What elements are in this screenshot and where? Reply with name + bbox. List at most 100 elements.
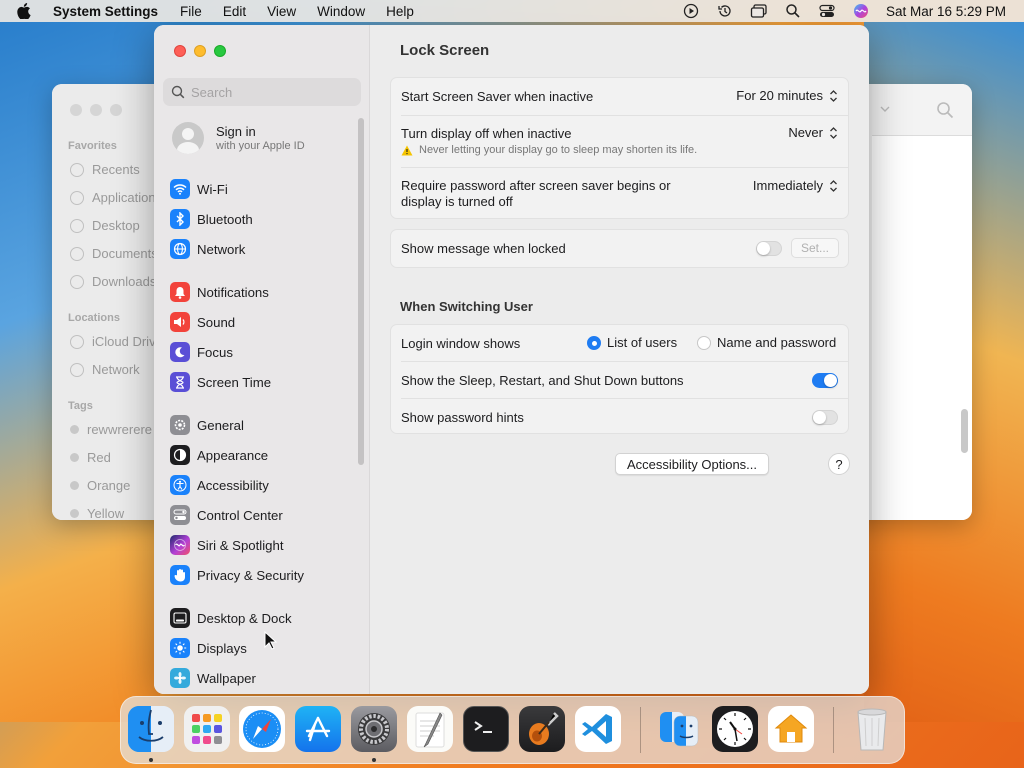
screen-mirroring-icon[interactable] [750,3,768,19]
zoom-button[interactable] [214,45,226,57]
trash-icon[interactable] [849,706,895,752]
show-message-toggle[interactable] [756,241,782,256]
moon-icon [170,342,190,362]
screensaver-popup[interactable]: For 20 minutes [736,88,838,103]
launchpad-icon[interactable] [184,706,230,752]
password-hints-label: Show password hints [401,410,524,425]
finder-tag-item[interactable]: rewwrerere [70,422,152,437]
sidebar-item-wallpaper[interactable]: Wallpaper [170,666,256,690]
sidebar-item-appearance[interactable]: Appearance [170,443,268,467]
chevron-down-icon[interactable] [880,105,890,113]
sidebar-item-label: Accessibility [197,477,269,493]
sidebar-item-privacy-security[interactable]: Privacy & Security [170,563,304,587]
finder-tag-red[interactable]: Red [70,450,111,465]
sidebar-item-sound[interactable]: Sound [170,310,235,334]
system-settings-icon[interactable] [351,706,397,752]
home-icon[interactable] [768,706,814,752]
mouse-cursor-icon [264,631,278,650]
play-icon[interactable] [682,3,700,19]
sidebar-item-bluetooth[interactable]: Bluetooth [170,207,253,231]
accessibility-options-button[interactable]: Accessibility Options... [615,453,769,475]
sidebar-item-screen-time[interactable]: Screen Time [170,370,271,394]
menu-file[interactable]: File [180,4,202,19]
radio-name-and-password[interactable]: Name and password [697,335,836,350]
menu-clock[interactable]: Sat Mar 16 5:29 PM [886,4,1006,19]
menu-help[interactable]: Help [386,4,414,19]
sidebar-item-label: Network [197,241,246,257]
finder-item-documents[interactable]: Documents [70,246,158,261]
finder-item-icloud[interactable]: iCloud Drive [70,334,163,349]
app-menu[interactable]: System Settings [53,4,158,19]
finder-section-favorites: Favorites [68,140,117,152]
sidebar-item-control-center[interactable]: Control Center [170,503,283,527]
sidebar-item-notifications[interactable]: Notifications [170,280,269,304]
finder-section-locations: Locations [68,312,120,324]
sidebar-item-displays[interactable]: Displays [170,636,247,660]
terminal-icon[interactable] [463,706,509,752]
migration-assistant-icon[interactable] [656,706,702,752]
vscode-icon[interactable] [575,706,621,752]
require-password-popup[interactable]: Immediately [753,178,838,193]
bell-icon [170,282,190,302]
sidebar-item-label: Displays [197,640,247,656]
control-center-menu-icon[interactable] [818,3,836,19]
clock-icon[interactable] [712,706,758,752]
sidebar-scrollbar[interactable] [358,118,364,465]
search-icon[interactable] [936,101,954,119]
finder-scrollbar[interactable] [961,409,968,453]
radio-list-of-users[interactable]: List of users [587,335,677,350]
app-store-icon[interactable] [295,706,341,752]
radio-button-selected[interactable] [587,335,601,350]
close-button[interactable] [174,45,186,57]
sidebar-item-accessibility[interactable]: Accessibility [170,473,269,497]
sleep-buttons-toggle[interactable] [812,373,838,388]
sidebar-item-desktop-dock[interactable]: Desktop & Dock [170,606,292,630]
warning-icon [401,145,413,155]
password-hints-toggle[interactable] [812,410,838,425]
finder-icon[interactable] [128,706,174,752]
apple-menu-icon[interactable] [17,3,35,19]
sleep-buttons-label: Show the Sleep, Restart, and Shut Down b… [401,373,684,388]
sidebar-item-siri-spotlight[interactable]: Siri & Spotlight [170,533,284,557]
radio-button[interactable] [697,335,711,350]
require-password-label-2: display is turned off [401,194,513,209]
search-input[interactable] [191,84,351,100]
apple-id-signin[interactable]: Sign in with your Apple ID [172,122,305,154]
set-message-button[interactable]: Set... [791,238,839,258]
minimize-button[interactable] [194,45,206,57]
sidebar-item-focus[interactable]: Focus [170,340,233,364]
finder-tag-orange[interactable]: Orange [70,478,130,493]
sidebar-item-wifi[interactable]: Wi-Fi [170,177,228,201]
sidebar-item-network[interactable]: Network [170,237,245,261]
siri-icon[interactable] [852,3,870,19]
sidebar-item-label: Notifications [197,284,269,300]
spotlight-search-icon[interactable] [784,3,802,19]
sidebar-item-label: Bluetooth [197,211,253,227]
garageband-icon[interactable] [519,706,565,752]
screensaver-value: For 20 minutes [736,88,823,103]
sidebar-item-general[interactable]: General [170,413,244,437]
menu-edit[interactable]: Edit [223,4,246,19]
finder-tag-yellow[interactable]: Yellow [70,506,124,520]
finder-item-downloads[interactable]: Downloads [70,274,156,289]
switching-user-group: Login window shows List of users Name an… [390,324,849,434]
finder-item-recents[interactable]: Recents [70,162,140,177]
page-title: Lock Screen [400,42,490,59]
finder-traffic-lights [70,104,122,116]
lock-screen-pane: Lock Screen Start Screen Saver when inac… [370,25,869,694]
finder-item-network[interactable]: Network [70,362,140,377]
sidebar-item-label: General [197,417,244,433]
chevron-updown-icon [829,126,838,140]
textedit-icon[interactable] [407,706,453,752]
finder-item-applications[interactable]: Applications [70,190,162,205]
finder-item-desktop[interactable]: Desktop [70,218,140,233]
time-machine-icon[interactable] [716,3,734,19]
menu-window[interactable]: Window [317,4,365,19]
sidebar-item-label: Control Center [197,507,283,523]
help-button[interactable]: ? [828,453,850,475]
menu-view[interactable]: View [267,4,296,19]
wifi-icon [170,179,190,199]
sidebar-search[interactable] [163,78,361,106]
safari-icon[interactable] [239,706,285,752]
display-off-popup[interactable]: Never [788,125,838,140]
